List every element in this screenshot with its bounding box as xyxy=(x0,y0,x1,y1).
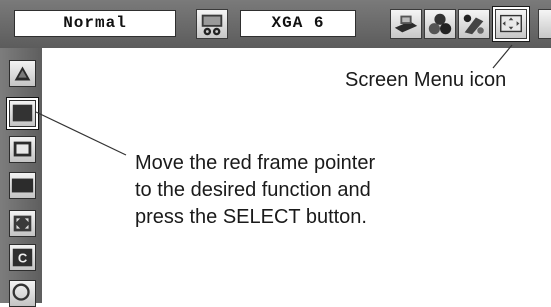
custom-screen-icon[interactable] xyxy=(9,210,36,237)
keystone-c-icon[interactable]: C xyxy=(9,244,36,271)
screen-menu-column: C xyxy=(0,48,42,307)
svg-text:C: C xyxy=(18,251,27,266)
wide-screen-icon[interactable] xyxy=(9,172,36,199)
image-adjust-icon[interactable] xyxy=(424,9,456,39)
normal-screen-icon[interactable] xyxy=(7,98,38,129)
screen-menu-icon[interactable] xyxy=(493,7,529,41)
instruction-line: to the desired function and xyxy=(135,179,371,201)
screen-menu-leader-line xyxy=(492,44,513,69)
more-menu-icon[interactable] xyxy=(538,9,551,39)
instruction-line: Move the red frame pointer xyxy=(135,152,376,174)
up-arrow-icon[interactable] xyxy=(9,60,36,87)
input-source-display: XGA 6 xyxy=(240,10,356,37)
mode-display: Normal xyxy=(14,10,176,37)
image-select-icon[interactable] xyxy=(390,9,422,39)
true-screen-icon[interactable] xyxy=(9,136,36,163)
pc-adjust-icon[interactable] xyxy=(196,9,228,39)
pointer-leader-line xyxy=(35,111,127,156)
top-menu-bar: Normal XGA 6 xyxy=(0,0,551,48)
instruction-line: press the SELECT button. xyxy=(135,206,367,228)
instruction-callout: Move the red frame pointer to the desire… xyxy=(135,150,375,231)
screen-menu-icon-callout: Screen Menu icon xyxy=(345,69,507,91)
setting-icon[interactable] xyxy=(458,9,490,39)
